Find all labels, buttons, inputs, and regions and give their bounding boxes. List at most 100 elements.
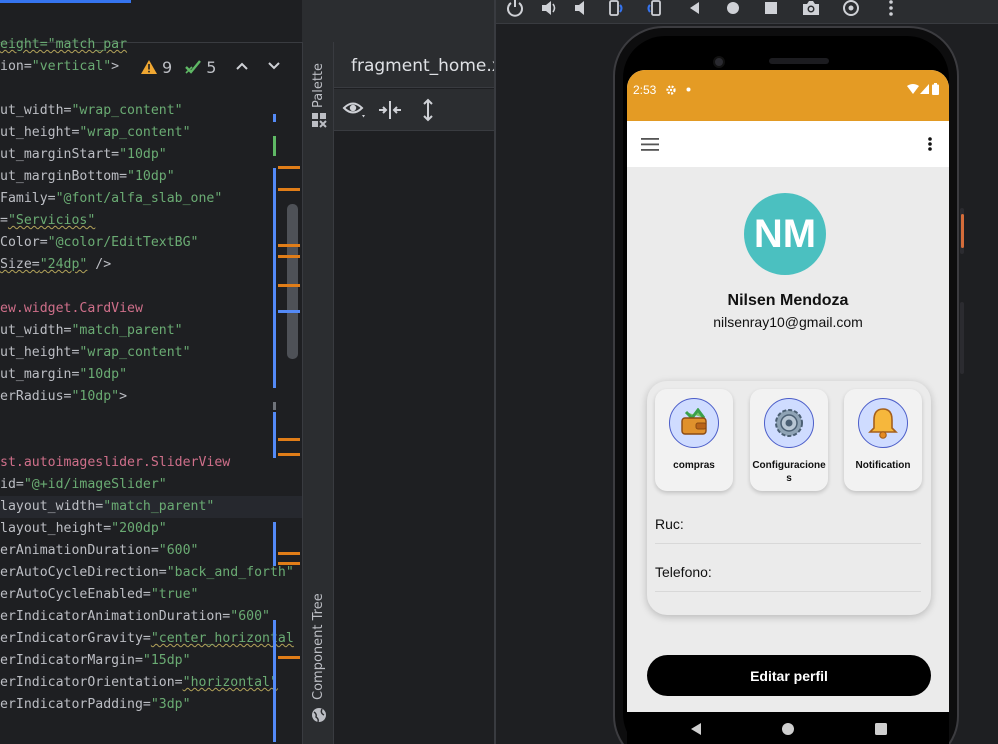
code-token: ion= bbox=[0, 59, 32, 74]
signal-icon bbox=[920, 84, 929, 94]
volume-up-button[interactable] bbox=[538, 0, 560, 18]
code-line[interactable]: Family="@font/alfa_slab_one" bbox=[0, 188, 222, 210]
code-line[interactable]: erIndicatorAnimationDuration="600" bbox=[0, 606, 270, 628]
code-line[interactable]: eight="match_par bbox=[0, 34, 127, 56]
expand-vertical-icon bbox=[423, 98, 433, 122]
active-tab-indicator bbox=[0, 0, 131, 3]
profile-content: NM Nilsen Mendoza nilsenray10@gmail.com … bbox=[627, 167, 949, 714]
code-line[interactable]: ut_height="wrap_content" bbox=[0, 122, 191, 144]
edit-profile-button[interactable]: Editar perfil bbox=[647, 655, 931, 696]
error-stripe-mark[interactable] bbox=[278, 310, 300, 313]
overview-button[interactable] bbox=[760, 0, 782, 18]
code-line[interactable]: erRadius="10dp"> bbox=[0, 386, 127, 408]
weak-warning-icon bbox=[185, 60, 202, 74]
error-stripe-mark[interactable] bbox=[278, 284, 300, 287]
code-line[interactable]: erAutoCycleDirection="back_and_forth" bbox=[0, 562, 294, 584]
code-line[interactable]: Color="@color/EditTextBG" bbox=[0, 232, 199, 254]
record-screen-button[interactable] bbox=[840, 0, 862, 18]
back-button[interactable] bbox=[684, 0, 706, 18]
code-line[interactable]: st.autoimageslider.SliderView bbox=[0, 452, 230, 474]
code-token: ut_width= bbox=[0, 323, 72, 338]
tile-configuraciones[interactable]: Configuraciones bbox=[750, 389, 828, 491]
code-token: "wrap_content" bbox=[79, 125, 191, 140]
code-editor[interactable]: eight="match_par ion="vertical"> ut_width=… bbox=[0, 0, 302, 744]
rotate-right-button[interactable] bbox=[644, 0, 666, 18]
home-button[interactable] bbox=[722, 0, 744, 18]
nav-back-icon[interactable] bbox=[689, 722, 703, 736]
device-screen[interactable]: 2:53 NM Nilsen Mendoza nilsenray10@gmail… bbox=[627, 70, 949, 714]
code-line[interactable]: Size="24dp" /> bbox=[0, 254, 111, 276]
code-line[interactable]: erIndicatorPadding="3dp" bbox=[0, 694, 191, 716]
code-line[interactable]: erAnimationDuration="600" bbox=[0, 540, 199, 562]
view-options-button[interactable] bbox=[342, 98, 368, 122]
code-line[interactable]: erIndicatorGravity="center_horizontal bbox=[0, 628, 294, 650]
code-token: "10dp" bbox=[119, 147, 167, 162]
inspection-widget[interactable]: 9 5 bbox=[140, 56, 288, 78]
screenshot-button[interactable] bbox=[800, 0, 822, 18]
ide-window: eight="match_par ion="vertical"> ut_width=… bbox=[0, 0, 998, 744]
rotate-left-icon bbox=[609, 0, 623, 16]
code-token: "600" bbox=[158, 543, 199, 558]
change-gutter bbox=[272, 0, 302, 744]
code-line[interactable]: ew.widget.CardView bbox=[0, 298, 143, 320]
nav-recents-icon[interactable] bbox=[874, 722, 888, 736]
tile-compras[interactable]: compras bbox=[655, 389, 733, 491]
volume-down-button[interactable] bbox=[570, 0, 592, 18]
error-stripe-mark[interactable] bbox=[278, 562, 300, 565]
editor-scrollbar-thumb[interactable] bbox=[287, 204, 298, 359]
code-line[interactable]: erIndicatorMargin="15dp" bbox=[0, 650, 191, 672]
code-line[interactable]: id="@+id/imageSlider" bbox=[0, 474, 167, 496]
warning-count: 9 bbox=[162, 57, 173, 77]
rotate-left-button[interactable] bbox=[604, 0, 626, 18]
palette-icon[interactable] bbox=[311, 112, 327, 128]
code-line[interactable]: ut_margin="10dp" bbox=[0, 364, 127, 386]
component-tree-tab[interactable]: Component Tree bbox=[311, 593, 326, 700]
code-token: "match_parent" bbox=[103, 499, 215, 514]
error-stripe-mark[interactable] bbox=[278, 244, 300, 247]
pan-vertical-button[interactable] bbox=[415, 98, 441, 122]
tile-label: Notification bbox=[855, 460, 911, 471]
code-line[interactable]: layout_width="match_parent" bbox=[0, 496, 302, 518]
globe-icon[interactable] bbox=[311, 707, 327, 723]
code-line[interactable]: ut_marginBottom="10dp" bbox=[0, 166, 175, 188]
code-line[interactable]: ="Servicios" bbox=[0, 210, 95, 232]
ruc-field[interactable]: Ruc: bbox=[655, 504, 921, 544]
telefono-label: Telefono: bbox=[655, 564, 712, 580]
error-stripe-mark[interactable] bbox=[278, 438, 300, 441]
tile-notification[interactable]: Notification bbox=[844, 389, 922, 491]
code-line[interactable]: ion="vertical"> bbox=[0, 56, 119, 78]
code-line[interactable]: ut_width="match_parent" bbox=[0, 320, 183, 342]
pan-horizontal-button[interactable] bbox=[377, 98, 403, 122]
code-token: /> bbox=[87, 257, 112, 272]
hamburger-menu-icon[interactable] bbox=[641, 138, 659, 151]
code-token: ut_marginStart= bbox=[0, 147, 120, 162]
telefono-field[interactable]: Telefono: bbox=[655, 552, 921, 592]
error-stripe-mark[interactable] bbox=[278, 552, 300, 555]
error-stripe-mark[interactable] bbox=[278, 166, 300, 169]
code-token: "10dp" bbox=[79, 367, 128, 382]
error-stripe-mark[interactable] bbox=[278, 188, 300, 191]
nav-home-icon[interactable] bbox=[781, 722, 795, 736]
profile-email: nilsenray10@gmail.com bbox=[713, 314, 863, 330]
code-line[interactable]: erAutoCycleEnabled="true" bbox=[0, 584, 199, 606]
more-vertical-icon bbox=[889, 0, 893, 16]
error-stripe-mark[interactable] bbox=[278, 656, 300, 659]
more-options-button[interactable] bbox=[880, 0, 902, 18]
code-line[interactable]: erIndicatorOrientation="horizontal" bbox=[0, 672, 278, 694]
error-stripe-mark[interactable] bbox=[278, 255, 300, 258]
palette-tab[interactable]: Palette bbox=[311, 63, 326, 108]
code-token: "200dp" bbox=[111, 521, 167, 536]
code-token: erAutoCycleDirection= bbox=[0, 565, 167, 580]
code-line[interactable]: layout_height="200dp" bbox=[0, 518, 167, 540]
previous-highlight-button[interactable] bbox=[228, 59, 256, 75]
power-button[interactable] bbox=[504, 0, 526, 18]
design-side-toolstrip: Palette Component Tree bbox=[302, 42, 334, 744]
wallet-icon bbox=[681, 408, 707, 435]
volume-down-icon bbox=[575, 1, 584, 15]
code-line[interactable]: ut_height="wrap_content" bbox=[0, 342, 191, 364]
code-line[interactable]: ut_width="wrap_content" bbox=[0, 100, 183, 122]
code-line[interactable]: ut_marginStart="10dp" bbox=[0, 144, 167, 166]
error-stripe-mark[interactable] bbox=[278, 453, 300, 456]
overflow-menu-icon[interactable] bbox=[927, 136, 933, 152]
back-icon bbox=[690, 2, 699, 14]
